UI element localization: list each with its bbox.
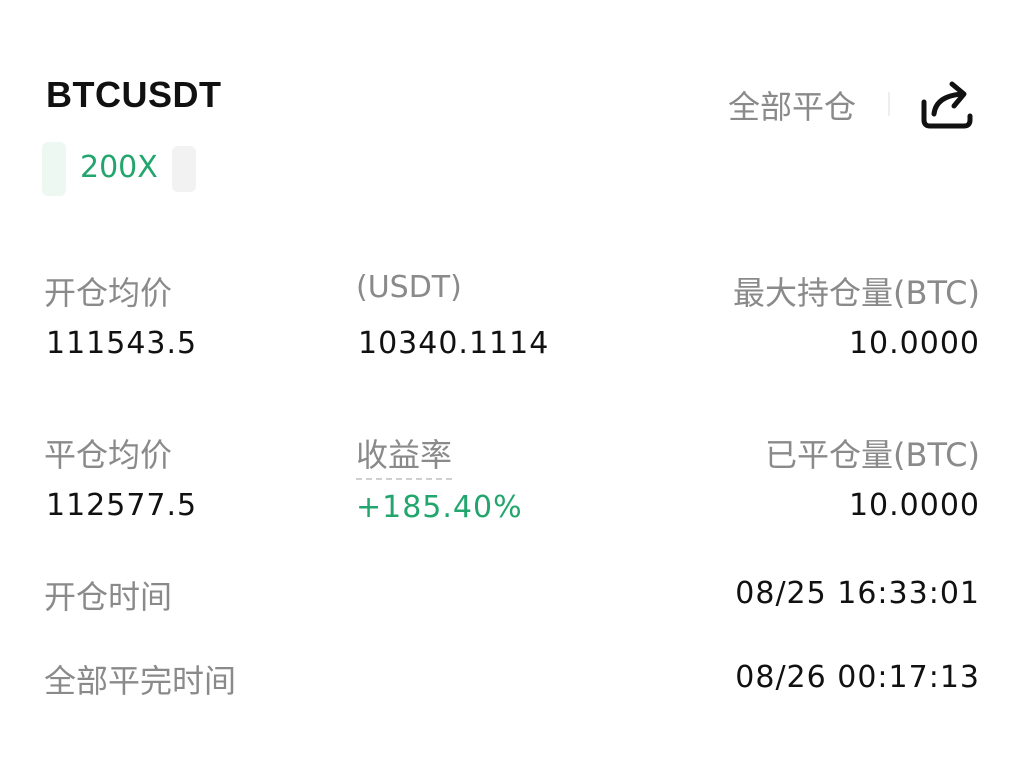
header-divider <box>888 92 890 116</box>
return-rate-label[interactable]: 收益率 <box>356 430 453 480</box>
close-all-button[interactable]: 全部平仓 <box>728 82 856 128</box>
open-time-value: 08/25 16:33:01 <box>735 576 980 611</box>
close-all-time-label: 全部平完时间 <box>44 662 237 700</box>
open-avg-price-label: 开仓均价 <box>44 274 173 312</box>
close-avg-price-label: 平仓均价 <box>44 436 173 474</box>
open-time-label: 开仓时间 <box>44 578 173 616</box>
usdt-label: (USDT) <box>356 270 462 305</box>
share-icon[interactable] <box>918 76 976 130</box>
tag-chip-right <box>172 146 196 192</box>
open-avg-price-value: 111543.5 <box>46 326 198 361</box>
close-all-time-value: 08/26 00:17:13 <box>735 660 980 695</box>
closed-amount-value: 10.0000 <box>848 488 980 523</box>
closed-amount-label: 已平仓量(BTC) <box>765 436 980 474</box>
leverage-badge: 200X <box>80 150 158 185</box>
tag-chip-left <box>42 142 66 196</box>
close-avg-price-value: 112577.5 <box>46 488 198 523</box>
max-position-value: 10.0000 <box>848 326 980 361</box>
max-position-label: 最大持仓量(BTC) <box>733 274 980 312</box>
return-rate-value: +185.40% <box>356 490 523 525</box>
symbol-title: BTCUSDT <box>46 74 222 115</box>
position-detail-card: BTCUSDT 全部平仓 200X 开仓均价 111543.5 (USDT) 1… <box>0 0 1024 761</box>
usdt-value: 10340.1114 <box>358 326 550 361</box>
